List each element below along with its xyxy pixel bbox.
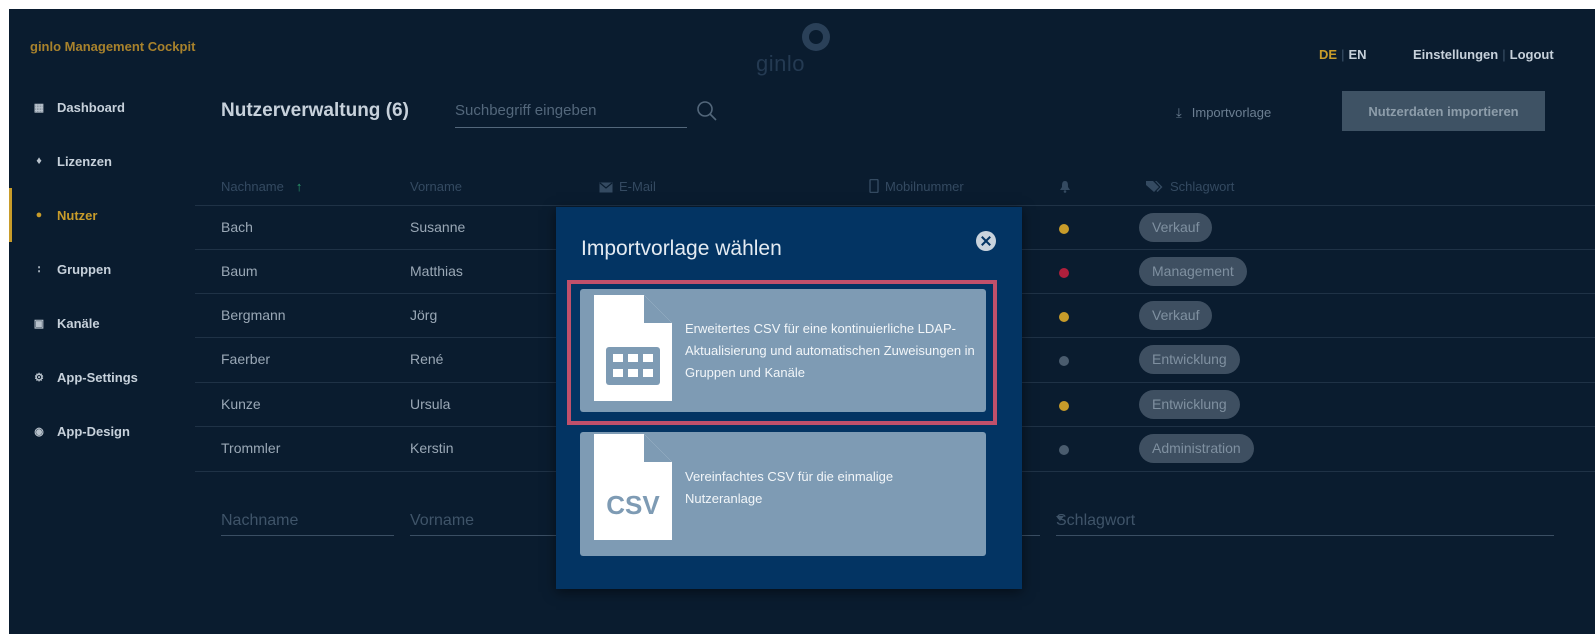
column-header-notification[interactable] xyxy=(1059,179,1077,194)
sidebar-item-gruppen[interactable]: ∶ Gruppen xyxy=(9,242,194,296)
column-label: E-Mail xyxy=(619,179,656,194)
sidebar-item-nutzer[interactable]: ● Nutzer xyxy=(9,188,194,242)
status-dot xyxy=(1059,356,1069,366)
simple-csv-option[interactable]: CSV Vereinfachtes CSV für die einmalige … xyxy=(580,432,986,556)
page-title: Nutzerverwaltung (6) xyxy=(221,100,409,121)
csv-badge: CSV xyxy=(606,490,660,520)
keyword-tag[interactable]: Administration xyxy=(1139,434,1254,463)
filter-keyword-select[interactable]: Schlagwort xyxy=(1056,499,1554,536)
cell-firstname: Jörg xyxy=(410,307,438,323)
cell-lastname: Faerber xyxy=(221,351,271,367)
cell-lastname: Baum xyxy=(221,263,258,279)
sidebar-item-label: Gruppen xyxy=(57,261,112,277)
cell-lastname: Bergmann xyxy=(221,307,286,323)
sidebar-item-label: App-Design xyxy=(57,423,130,439)
status-dot xyxy=(1059,445,1069,455)
sidebar-item-label: App-Settings xyxy=(57,369,138,385)
ginlo-logo: ginlo xyxy=(744,17,834,76)
app-window: ginlo Management Cockpit ginlo DE | EN Ein… xyxy=(9,9,1595,634)
close-icon[interactable] xyxy=(976,231,996,251)
cell-firstname: Matthias xyxy=(410,263,463,279)
gear-icon: ⚙ xyxy=(34,371,44,384)
user-icon: ● xyxy=(35,209,43,221)
column-label: Nachname xyxy=(221,179,284,194)
groups-icon: ∶ xyxy=(37,263,41,276)
logout-link[interactable]: Logout xyxy=(1510,47,1554,62)
column-label: Mobilnummer xyxy=(885,179,964,194)
cell-firstname: Kerstin xyxy=(410,440,454,456)
column-header-email[interactable]: E-Mail xyxy=(599,179,656,194)
status-dot xyxy=(1059,401,1069,411)
lang-separator: | xyxy=(1341,47,1345,62)
bell-icon xyxy=(1060,181,1070,193)
dashboard-icon: ▦ xyxy=(33,101,45,114)
logo-text: ginlo xyxy=(756,51,805,76)
keyword-tag[interactable]: Verkauf xyxy=(1139,213,1213,242)
brand-title: ginlo Management Cockpit xyxy=(30,39,196,54)
keyword-tag[interactable]: Management xyxy=(1139,257,1247,286)
sidebar-item-lizenzen[interactable]: ♦ Lizenzen xyxy=(9,134,194,188)
filter-placeholder: Nachname xyxy=(221,512,299,529)
search-placeholder: Suchbegriff eingeben xyxy=(455,102,597,119)
channels-icon: ▣ xyxy=(33,317,45,330)
import-template-link[interactable]: ⤓ Importvorlage xyxy=(1176,105,1271,121)
filter-placeholder: Schlagwort xyxy=(1056,512,1136,529)
status-dot xyxy=(1059,268,1069,278)
import-user-data-button[interactable]: Nutzerdaten importieren xyxy=(1342,91,1545,131)
mail-icon xyxy=(599,182,613,193)
keyword-tag[interactable]: Entwicklung xyxy=(1139,390,1240,419)
filter-firstname-input[interactable]: Vorname xyxy=(410,499,560,536)
tag-icon xyxy=(1146,181,1163,192)
sidebar-item-kanaele[interactable]: ▣ Kanäle xyxy=(9,296,194,350)
column-label: Vorname xyxy=(410,179,463,194)
sidebar-item-app-settings[interactable]: ⚙ App-Settings xyxy=(9,350,194,404)
cell-firstname: René xyxy=(410,351,444,367)
filter-lastname-input[interactable]: Nachname xyxy=(221,499,394,536)
chevron-down-icon xyxy=(1056,516,1064,521)
keyword-tag[interactable]: Entwicklung xyxy=(1139,345,1240,374)
link-separator: | xyxy=(1502,47,1506,62)
sidebar-item-label: Kanäle xyxy=(57,315,100,331)
logo-mark-icon xyxy=(802,23,830,51)
sidebar-item-label: Lizenzen xyxy=(57,153,112,169)
lang-de-link[interactable]: DE xyxy=(1319,47,1337,62)
sort-ascending-icon[interactable]: ↑ xyxy=(296,179,303,194)
status-dot xyxy=(1059,312,1069,322)
lang-en-link[interactable]: EN xyxy=(1348,47,1366,62)
column-header-lastname[interactable]: Nachname ↑ xyxy=(221,179,302,194)
column-header-firstname[interactable]: Vorname xyxy=(410,179,462,194)
status-dot xyxy=(1059,224,1069,234)
phone-icon xyxy=(869,178,879,194)
search-icon[interactable] xyxy=(696,100,718,122)
cell-firstname: Ursula xyxy=(410,396,451,412)
keyword-tag[interactable]: Verkauf xyxy=(1139,301,1213,330)
search-field[interactable]: Suchbegriff eingeben xyxy=(455,97,717,128)
cell-firstname: Susanne xyxy=(410,219,466,235)
language-switch: DE | EN xyxy=(1319,47,1367,62)
selection-highlight xyxy=(567,280,997,425)
sidebar-item-label: Nutzer xyxy=(57,207,98,223)
option-description: Vereinfachtes CSV für die einmalige Nutz… xyxy=(685,469,894,506)
column-header-mobile[interactable]: Mobilnummer xyxy=(869,178,964,194)
download-icon: ⤓ xyxy=(1176,105,1182,120)
filter-mobile-input[interactable] xyxy=(1022,499,1040,536)
column-label: Schlagwort xyxy=(1170,179,1235,194)
cell-lastname: Bach xyxy=(221,219,253,235)
cell-lastname: Kunze xyxy=(221,396,261,412)
settings-link[interactable]: Einstellungen xyxy=(1413,47,1498,62)
csv-file-icon: CSV xyxy=(594,434,672,540)
sidebar-item-app-design[interactable]: ◉ App-Design xyxy=(9,404,194,458)
palette-icon: ◉ xyxy=(34,425,44,438)
licenses-icon: ♦ xyxy=(36,155,42,167)
cell-lastname: Trommler xyxy=(221,440,281,456)
import-template-label: Importvorlage xyxy=(1191,105,1272,120)
top-links: Einstellungen | Logout xyxy=(1413,47,1554,62)
column-header-keyword[interactable]: Schlagwort xyxy=(1146,179,1234,194)
filter-placeholder: Vorname xyxy=(410,512,475,529)
dialog-title: Importvorlage wählen xyxy=(581,237,782,260)
sidebar-item-label: Dashboard xyxy=(57,99,125,115)
sidebar-item-dashboard[interactable]: ▦ Dashboard xyxy=(9,80,194,134)
